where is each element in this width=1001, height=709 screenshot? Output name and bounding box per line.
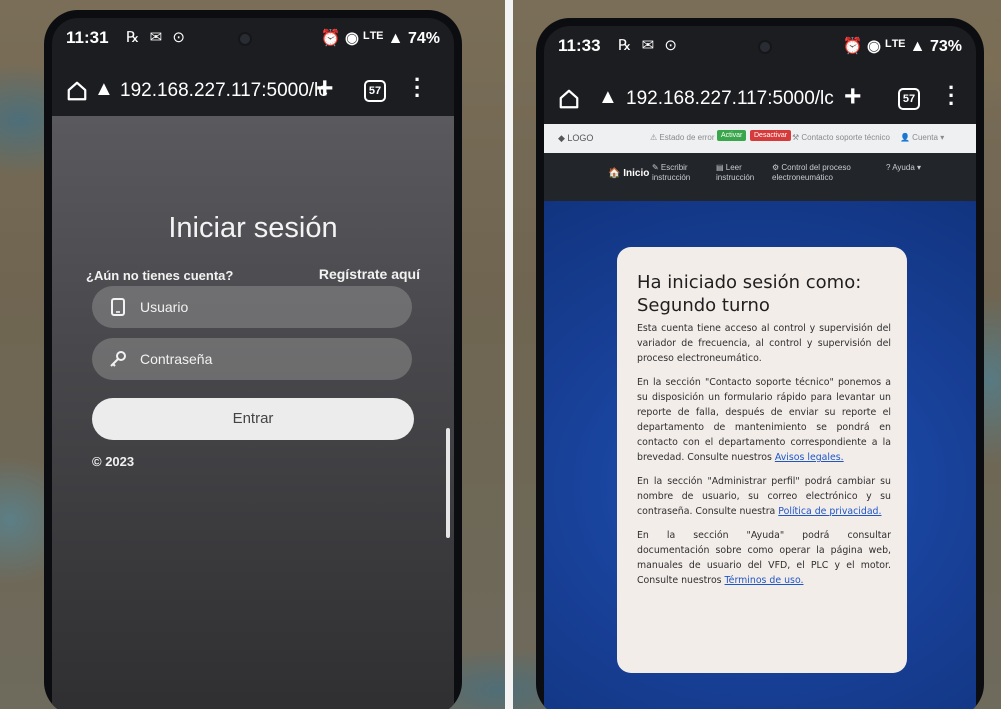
home-icon[interactable] <box>66 80 88 102</box>
privacy-policy-link[interactable]: Política de privacidad. <box>778 506 881 517</box>
browser-toolbar: ▲ 192.168.227.117:5000/lc + 57 · · · <box>52 66 454 116</box>
notification-icons: ℞ ✉ ⊙ <box>618 37 680 54</box>
key-icon <box>110 351 126 367</box>
card-title: Ha iniciado sesión como: Segundo turno <box>637 272 862 316</box>
deactivate-button[interactable]: Desactivar <box>750 130 792 141</box>
error-state-label: ⚠ Estado de error <box>650 133 715 142</box>
nav-item-leer[interactable]: ▤ Leer instrucción <box>716 163 766 183</box>
status-time: 11:31 <box>66 28 109 47</box>
address-bar[interactable]: 192.168.227.117:5000/lc <box>626 88 834 110</box>
submit-button[interactable]: Entrar <box>92 398 414 440</box>
top-navbar: ◆ LOGO ⚠ Estado de error Activar Desacti… <box>544 124 976 153</box>
phone-icon <box>111 298 125 316</box>
warning-icon[interactable]: ▲ <box>598 86 618 109</box>
nav-item-escribir[interactable]: ✎ Escribir instrucción <box>652 163 704 183</box>
password-field[interactable]: Contraseña <box>92 338 412 380</box>
scrollbar[interactable] <box>446 428 450 538</box>
status-time: 11:33 <box>558 36 601 55</box>
page-title: Iniciar sesión <box>168 212 338 244</box>
left-phone: 11:31 ℞ ✉ ⊙ ⏰ ◉ ᴸᵀᴱ ▲ 74% ▲ 192.168.227.… <box>44 10 462 709</box>
new-tab-icon[interactable]: + <box>316 72 334 106</box>
nav-item-ayuda[interactable]: ? Ayuda ▾ <box>886 163 921 173</box>
card-paragraph-1: Esta cuenta tiene acceso al control y su… <box>637 321 891 366</box>
new-tab-icon[interactable]: + <box>844 80 862 114</box>
copyright: © 2023 <box>92 454 135 469</box>
signal-icons: ⏰ ◉ ᴸᵀᴱ ▲ <box>320 30 404 47</box>
menu-icon[interactable]: · · · <box>948 77 955 115</box>
password-placeholder: Contraseña <box>140 351 213 367</box>
welcome-card: Ha iniciado sesión como: Segundo turno E… <box>617 247 907 673</box>
menu-icon[interactable]: · · · <box>414 69 421 107</box>
tab-switcher-icon[interactable]: 57 <box>364 80 386 102</box>
paragraph-text: En la sección "Contacto soporte técnico"… <box>637 377 891 463</box>
status-right: ⏰ ◉ ᴸᵀᴱ ▲ 73% <box>843 36 962 56</box>
main-navbar: 🏠 Inicio ✎ Escribir instrucción ▤ Leer i… <box>544 153 976 201</box>
card-paragraph-2: En la sección "Contacto soporte técnico"… <box>637 375 891 465</box>
address-bar[interactable]: 192.168.227.117:5000/lc <box>120 80 328 102</box>
status-bar: 11:33 ℞ ✉ ⊙ ⏰ ◉ ᴸᵀᴱ ▲ 73% <box>544 26 976 74</box>
nav-item-control[interactable]: ⚙ Control del proceso electroneumático <box>772 163 864 183</box>
status-right: ⏰ ◉ ᴸᵀᴱ ▲ 74% <box>321 28 440 48</box>
battery-level: 74% <box>407 30 440 47</box>
signal-icons: ⏰ ◉ ᴸᵀᴱ ▲ <box>842 38 926 55</box>
notification-icons: ℞ ✉ ⊙ <box>126 29 188 46</box>
register-link[interactable]: Regístrate aquí <box>319 266 420 282</box>
battery-level: 73% <box>929 38 962 55</box>
account-menu[interactable]: 👤 Cuenta ▾ <box>900 133 944 142</box>
status-bar: 11:31 ℞ ✉ ⊙ ⏰ ◉ ᴸᵀᴱ ▲ 74% <box>52 18 454 66</box>
left-screen: 11:31 ℞ ✉ ⊙ ⏰ ◉ ᴸᵀᴱ ▲ 74% ▲ 192.168.227.… <box>52 18 454 709</box>
paragraph-text: Esta cuenta tiene acceso al control y su… <box>637 323 891 364</box>
no-account-text: ¿Aún no tienes cuenta? <box>86 268 234 283</box>
browser-toolbar: ▲ 192.168.227.117:5000/lc + 57 · · · <box>544 74 976 124</box>
username-placeholder: Usuario <box>140 299 189 315</box>
photo-divider <box>505 0 513 709</box>
legal-notice-link[interactable]: Avisos legales. <box>775 452 844 463</box>
front-camera <box>758 40 772 54</box>
activate-button[interactable]: Activar <box>717 130 747 141</box>
site-logo[interactable]: ◆ LOGO <box>558 133 593 144</box>
warning-icon[interactable]: ▲ <box>94 78 114 101</box>
username-field[interactable]: Usuario <box>92 286 412 328</box>
card-paragraph-3: En la sección "Administrar perfil" podrá… <box>637 474 891 519</box>
terms-of-use-link[interactable]: Términos de uso. <box>725 575 804 586</box>
home-icon[interactable] <box>558 88 580 110</box>
front-camera <box>238 32 252 46</box>
nav-item-inicio[interactable]: 🏠 Inicio <box>608 169 649 179</box>
card-paragraph-4: En la sección "Ayuda" podrá consultar do… <box>637 528 891 588</box>
right-screen: 11:33 ℞ ✉ ⊙ ⏰ ◉ ᴸᵀᴱ ▲ 73% ▲ 192.168.227.… <box>544 26 976 709</box>
support-link[interactable]: ⚒ Contacto soporte técnico <box>792 133 890 142</box>
tab-switcher-icon[interactable]: 57 <box>898 88 920 110</box>
right-phone: 11:33 ℞ ✉ ⊙ ⏰ ◉ ᴸᵀᴱ ▲ 73% ▲ 192.168.227.… <box>536 18 984 709</box>
